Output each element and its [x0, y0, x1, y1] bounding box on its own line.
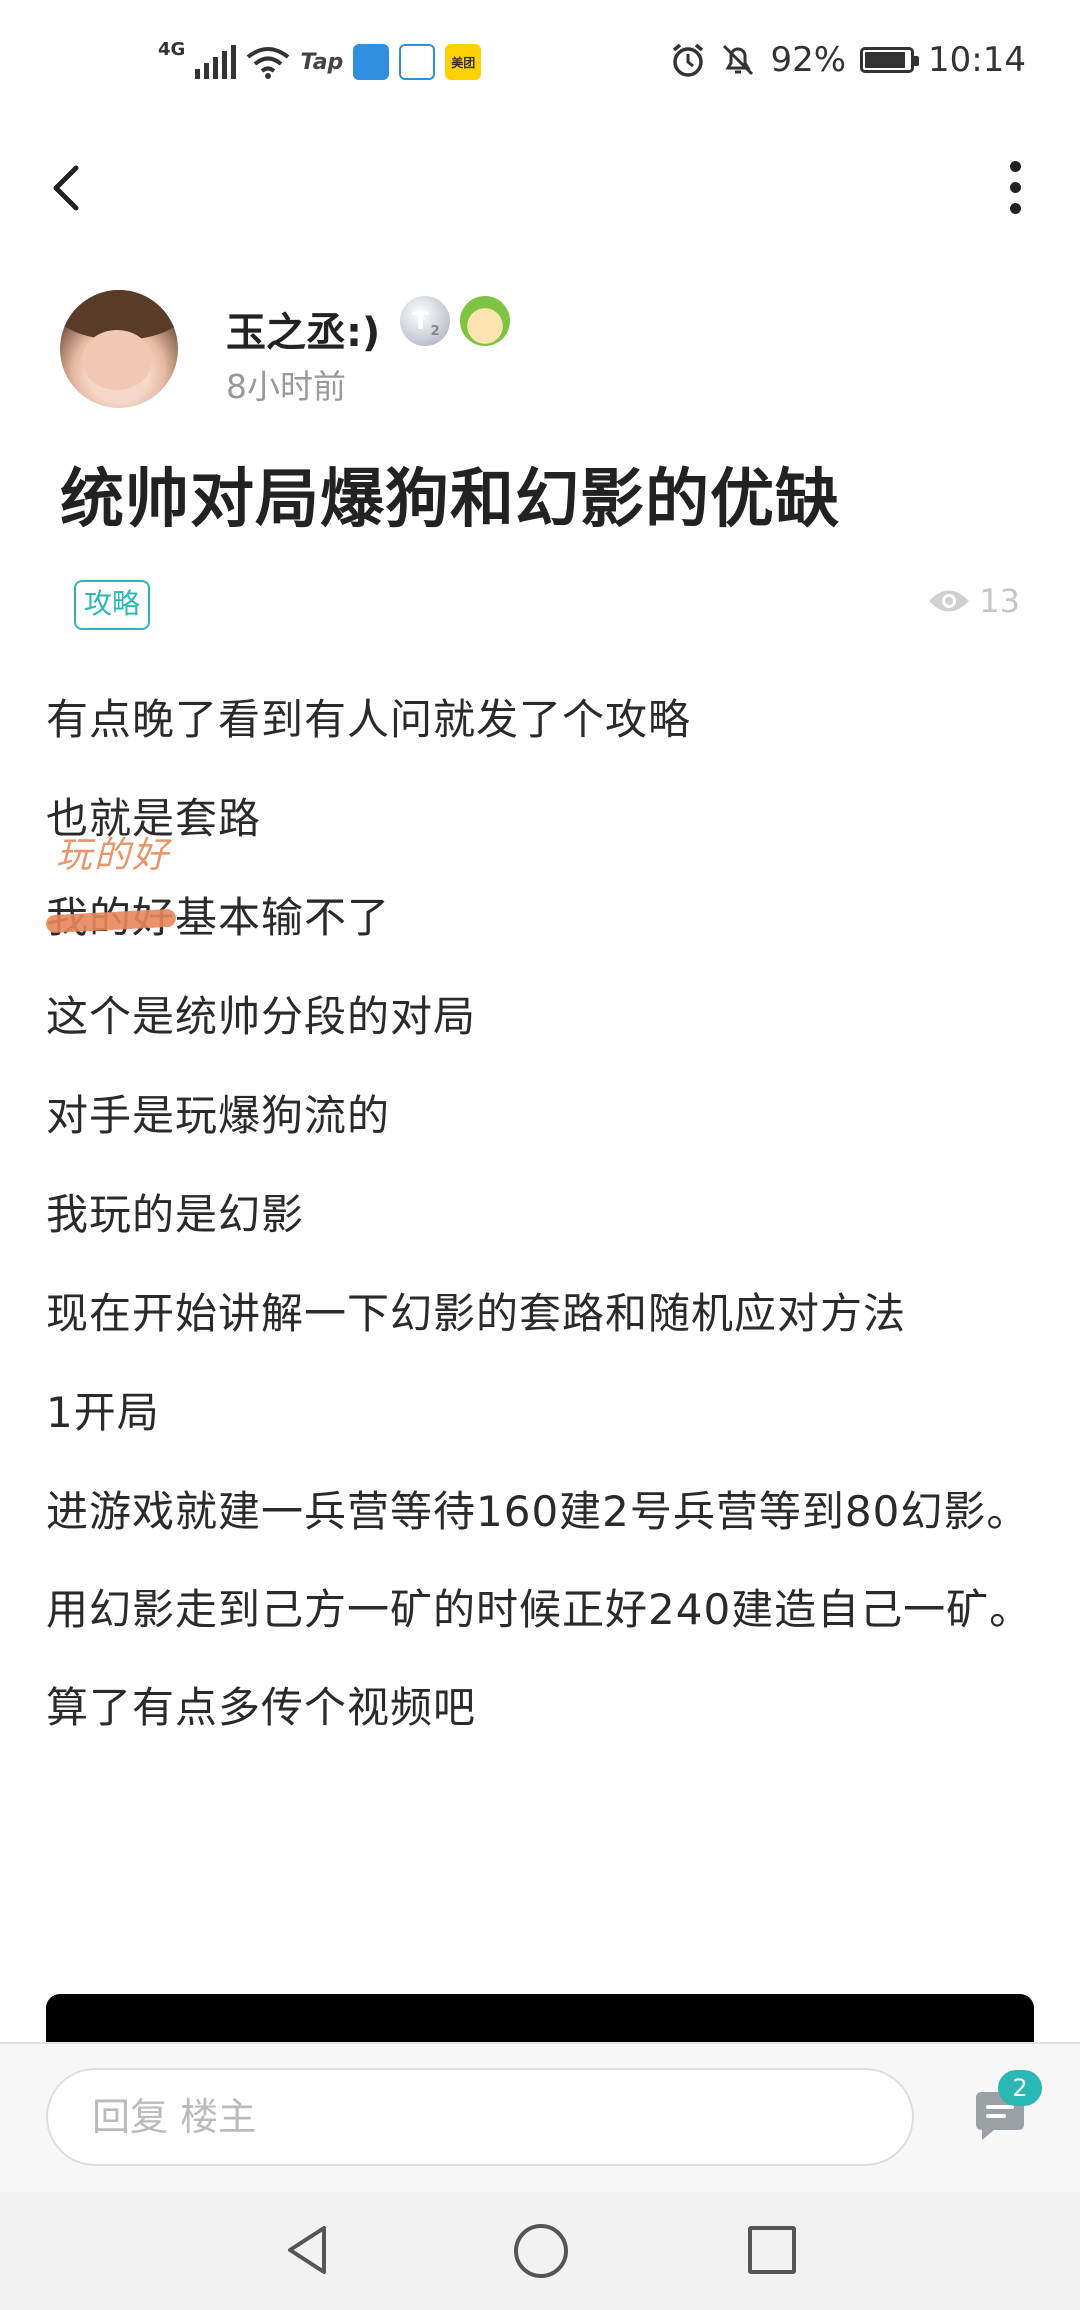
mute-icon [723, 44, 754, 76]
paragraph: 对手是玩爆狗流的 [46, 1091, 391, 1140]
reply-bar: 回复 楼主 2 [0, 2042, 1080, 2194]
system-back-icon[interactable] [280, 2222, 336, 2278]
status-right: 92% 10:14 [670, 40, 1026, 80]
app-notification-icon-2 [399, 44, 436, 80]
post-body: 有点晚了看到有人问就发了个攻略 也就是套路 玩的好 我的好基本输不了 这个是统帅… [45, 690, 1036, 1777]
paragraph: 进游戏就建一兵营等待160建2号兵营等到80幻影。 [46, 1487, 1030, 1536]
paragraph: 算了有点多传个视频吧 [46, 1683, 477, 1732]
system-nav-bar [0, 2192, 1080, 2310]
post-title: 统帅对局爆狗和幻影的优缺 [60, 463, 840, 537]
eye-icon [929, 590, 970, 612]
paragraph: 这个是统帅分段的对局 [46, 992, 477, 1041]
view-count-value: 13 [979, 582, 1020, 620]
paragraph: 现在开始讲解一下幻影的套路和随机应对方法 [46, 1289, 907, 1338]
tag-strategy[interactable]: 攻略 [74, 580, 151, 630]
meituan-icon: 美团 [445, 44, 482, 80]
back-icon[interactable] [40, 152, 100, 222]
paragraph: 用幻影走到己方一矿的时候正好240建造自己一矿。 [46, 1585, 1033, 1634]
app-notification-icon [353, 44, 390, 80]
more-options-icon[interactable] [990, 152, 1040, 222]
paragraph: 我玩的是幻影 [46, 1190, 305, 1239]
paragraph: 有点晚了看到有人问就发了个攻略 [46, 695, 692, 744]
reply-input[interactable]: 回复 楼主 [46, 2068, 914, 2166]
avatar[interactable] [60, 290, 178, 408]
paragraph: 1开局 [46, 1388, 160, 1437]
wifi-icon [247, 47, 290, 79]
level-badge[interactable]: T2 [400, 296, 450, 346]
signal-icon [195, 45, 237, 79]
comment-count-badge: 2 [998, 2070, 1042, 2106]
author-name[interactable]: 玉之丞:) [226, 300, 380, 358]
character-badge-icon[interactable] [460, 296, 510, 346]
system-recents-icon[interactable] [748, 2226, 796, 2274]
battery-icon [860, 47, 920, 73]
alarm-icon [673, 43, 704, 77]
system-home-icon[interactable] [514, 2224, 568, 2278]
top-nav [0, 130, 1080, 240]
tap-app-icon: Tap [300, 49, 344, 75]
paragraph-edited: 玩的好 我的好基本输不了 [45, 835, 1036, 948]
clock: 10:14 [928, 40, 1026, 80]
status-left: 4G Tap 美团 [158, 38, 482, 86]
network-type: 4G [158, 39, 186, 60]
view-count: 13 [927, 582, 1020, 620]
paragraph: 也就是套路 [46, 794, 262, 843]
status-bar: 4G Tap 美团 92% 10:14 [0, 0, 1080, 120]
author-header: 玉之丞:) T2 8小时前 [60, 290, 1020, 410]
handwritten-annotation: 玩的好 [56, 835, 171, 876]
battery-percent: 92% [770, 40, 847, 80]
post-time: 8小时前 [226, 367, 346, 406]
